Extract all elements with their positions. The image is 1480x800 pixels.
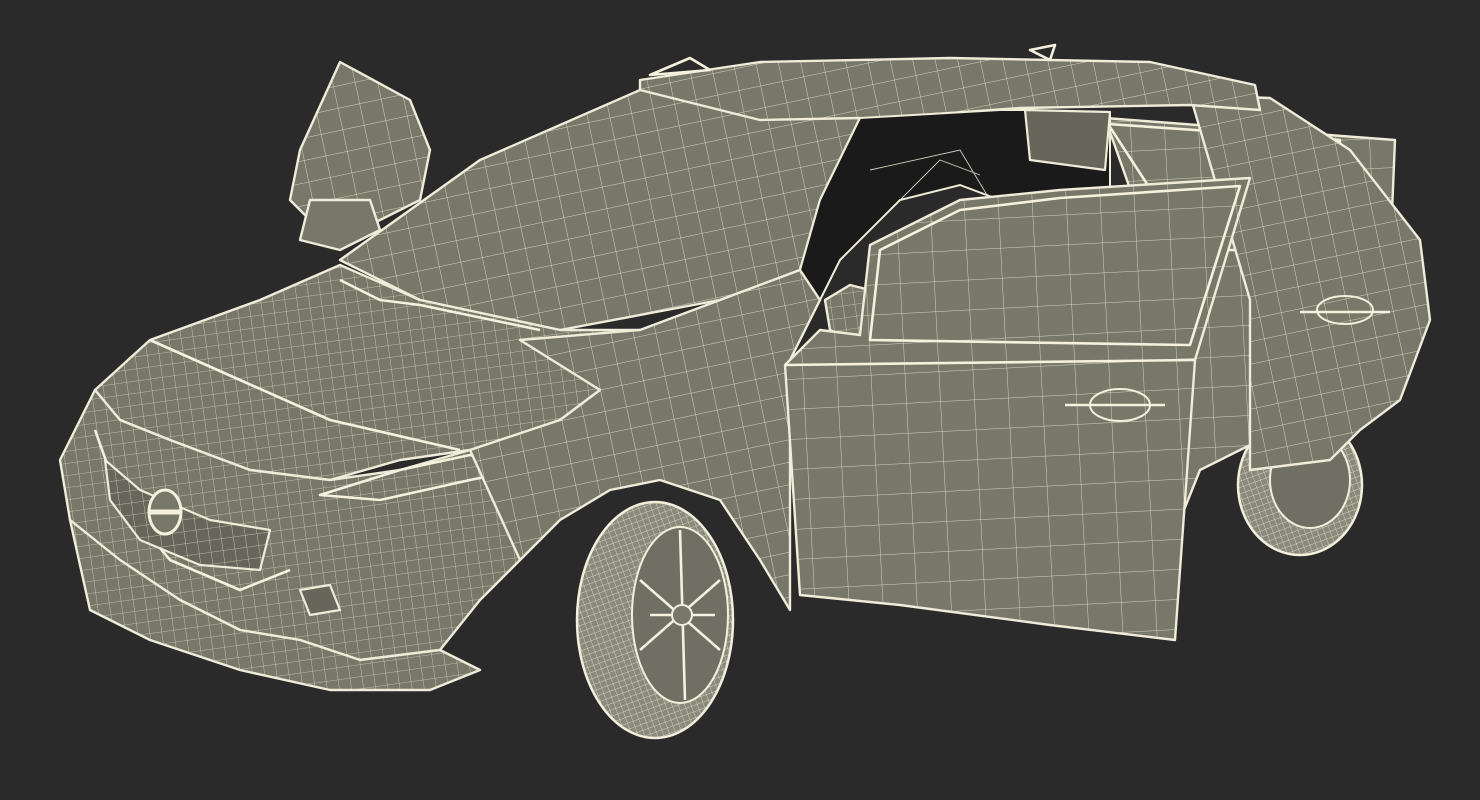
- car-wireframe-render: [58, 43, 1432, 740]
- render-viewport: [0, 0, 1480, 800]
- front-wheel: [575, 500, 735, 740]
- front-door-open: [783, 176, 1252, 642]
- brand-emblem-icon: [147, 488, 183, 536]
